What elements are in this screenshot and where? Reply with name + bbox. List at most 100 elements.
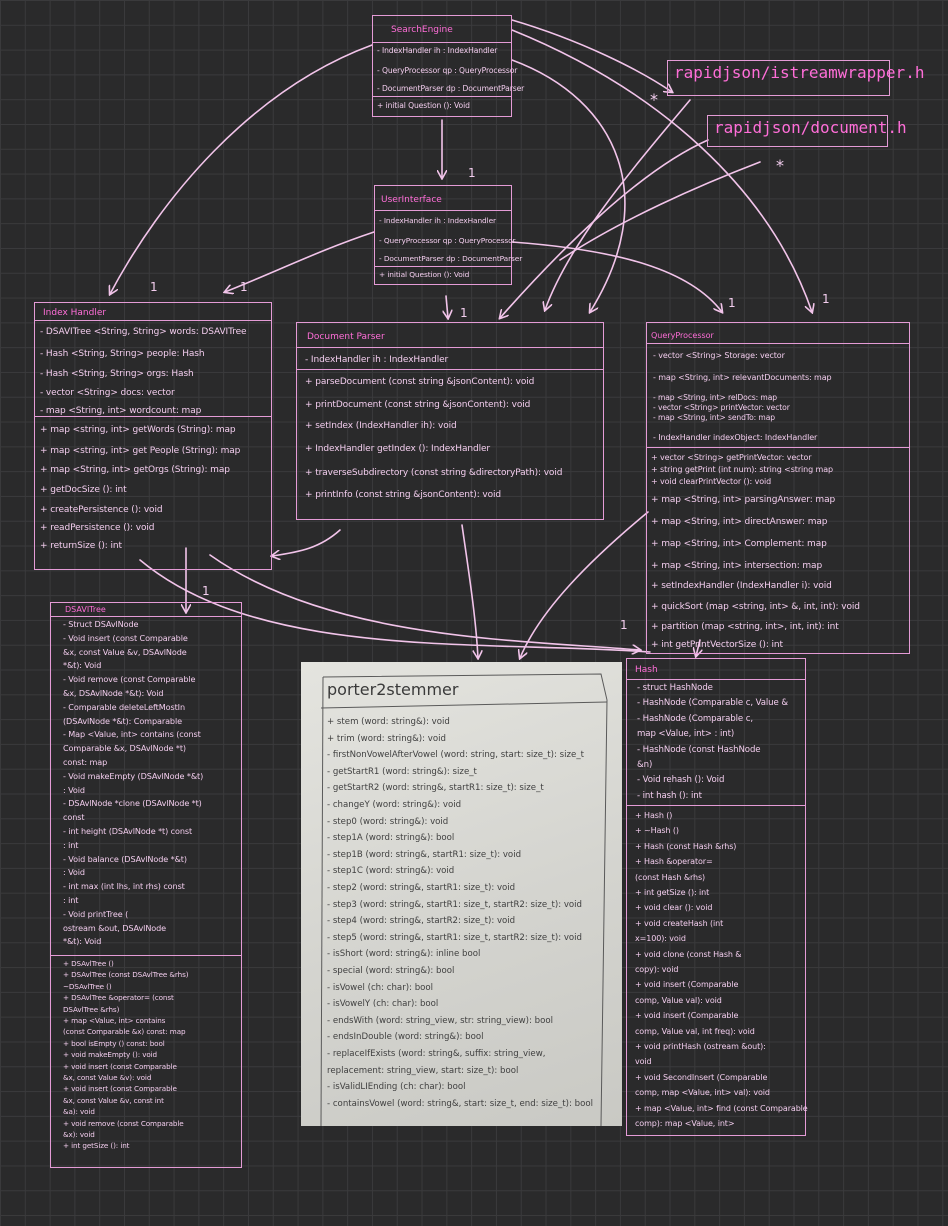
member-row: - step3 (word: string&, startR1: size_t,… bbox=[327, 899, 583, 910]
member-row: ~DSAvlTree () bbox=[63, 981, 112, 991]
field: - DSAVITree <String, String> words: DSAV… bbox=[40, 327, 247, 337]
member-row: - getStartR2 (word: string&, startR1: si… bbox=[327, 783, 544, 794]
member-row: - isValidLIEnding (ch: char): bool bbox=[327, 1082, 466, 1093]
field: - map <String, int> relDocs: map bbox=[653, 393, 777, 402]
searchengine-class: SearchEngine - IndexHandler ih : IndexHa… bbox=[372, 15, 524, 117]
arrow-docparser-indexhandler bbox=[272, 529, 341, 556]
member-row: + void insert (Comparable bbox=[635, 1011, 739, 1021]
class-title: Document Parser bbox=[307, 332, 385, 342]
member-row: void bbox=[635, 1057, 652, 1067]
member-row: - step1C (word: string&): void bbox=[327, 866, 455, 877]
method: + map <String, int> getOrgs (String): ma… bbox=[40, 465, 230, 475]
multiplicity-label: * bbox=[650, 90, 658, 109]
field: - IndexHandler ih : IndexHandler bbox=[379, 216, 496, 225]
arrow-queryprocessor-porter bbox=[520, 511, 649, 658]
member-row: x=100): void bbox=[635, 934, 686, 944]
member-row: - Struct DSAvlNode bbox=[63, 619, 139, 629]
member-row: + void insert (Comparable bbox=[635, 980, 739, 990]
member-row: &x): void bbox=[63, 1130, 95, 1139]
class-title: Hash bbox=[635, 665, 658, 675]
member-row: + trim (word: string&): void bbox=[327, 733, 446, 744]
member-row: + void insert (const Comparable bbox=[63, 1084, 177, 1094]
member-row: &x, DSAvlNode *&t): Void bbox=[63, 688, 164, 698]
method: + quickSort (map <string, int> &, int, i… bbox=[651, 602, 860, 612]
method: + createPersistence (): void bbox=[40, 505, 163, 515]
dsavltree-class: DSAVITree - Struct DSAvlNode - Void inser… bbox=[50, 602, 242, 1168]
member-row: - endsWith (word: string_view, str: stri… bbox=[327, 1015, 554, 1026]
member-row: const: map bbox=[63, 757, 108, 767]
method: + readPersistence (): void bbox=[40, 523, 155, 533]
member-row: + void clone (const Hash & bbox=[635, 949, 742, 959]
member-row: copy): void bbox=[635, 965, 679, 974]
member-row: - DSAvlNode *clone (DSAvlNode *t) bbox=[63, 798, 202, 809]
member-row: comp, Value val): void bbox=[635, 995, 722, 1005]
member-row: + int getSize (): int bbox=[63, 1141, 130, 1151]
field: - vector <String> printVector: vector bbox=[653, 403, 790, 412]
member-row: + bool isEmpty () const: bool bbox=[63, 1038, 165, 1048]
member-row: comp, Value val, int freq): void bbox=[635, 1026, 755, 1036]
member-row: + map <Value, int> find (const Comparabl… bbox=[635, 1103, 808, 1113]
member-row: &x, const Value &v, const int bbox=[63, 1095, 164, 1105]
multiplicity-label: 1 bbox=[150, 280, 158, 294]
member-row: - Void makeEmpty (DSAvlNode *&t) bbox=[63, 770, 204, 781]
field: - DocumentParser dp : DocumentParser bbox=[377, 84, 525, 93]
indexhandler-class: Index Handler - DSAVITree <String, Strin… bbox=[34, 302, 272, 570]
member-row: + void SecondInsert (Comparable bbox=[635, 1072, 768, 1082]
member-row: - isVowelY (ch: char): bool bbox=[327, 999, 439, 1010]
member-row: + int getSize (): int bbox=[635, 888, 710, 897]
member-row: + DSAvlTree (const DSAvlTree &rhs) bbox=[63, 970, 189, 980]
member-row: map <Value, int> : int) bbox=[637, 729, 735, 740]
member-row: ostream &out, DSAvlNode bbox=[63, 922, 167, 933]
member-row: + ~Hash () bbox=[635, 826, 679, 836]
method: + partition (map <string, int>, int, int… bbox=[651, 622, 839, 632]
member-row: (const Comparable &x) const: map bbox=[63, 1027, 186, 1037]
lib-document: rapidjson/document.h bbox=[707, 115, 907, 147]
field: - Hash <String, String> people: Hash bbox=[40, 349, 205, 359]
userinterface-class: UserInterface - IndexHandler ih : IndexH… bbox=[374, 185, 522, 285]
member-row: - int hash (): int bbox=[637, 790, 702, 801]
hash-class: Hash - struct HashNode - HashNode (Compar… bbox=[626, 658, 808, 1136]
member-row: comp): map <Value, int> bbox=[635, 1119, 735, 1128]
member-row: + void insert (const Comparable bbox=[63, 1061, 177, 1071]
field: - map <String, int> sendTo: map bbox=[653, 413, 775, 422]
member-row: + void clear (): void bbox=[635, 903, 713, 913]
member-row: - Comparable deleteLeftMostIn bbox=[63, 701, 185, 712]
member-row: + void remove (const Comparable bbox=[63, 1118, 184, 1128]
member-row: - isVowel (ch: char): bool bbox=[327, 982, 434, 993]
class-title: SearchEngine bbox=[391, 25, 453, 35]
porter2stemmer-photo: porter2stemmer + stem (word: string&): v… bbox=[301, 662, 622, 1126]
method: + parseDocument (const string &jsonConte… bbox=[305, 377, 535, 387]
member-row: - endsInDouble (word: string&): bool bbox=[327, 1032, 484, 1043]
member-row: + DSAvlTree &operator= (const bbox=[63, 993, 174, 1003]
member-row: + void createHash (int bbox=[635, 918, 724, 928]
method: + printInfo (const string &jsonContent):… bbox=[305, 490, 502, 500]
member-row: - replaceIfExists (word: string&, suffix… bbox=[327, 1049, 546, 1059]
member-row: - firstNonVowelAfterVowel (word: string,… bbox=[327, 750, 584, 761]
arrow-docparser-porter bbox=[461, 524, 478, 658]
member-row: - step1A (word: string&): bool bbox=[327, 833, 455, 844]
member-row: (DSAvlNode *&t): Comparable bbox=[63, 715, 183, 726]
class-title: porter2stemmer bbox=[327, 680, 459, 699]
member-row: - getStartR1 (word: string&): size_t bbox=[327, 766, 477, 777]
member-row: - step2 (word: string&, startR1: size_t)… bbox=[327, 883, 516, 893]
method: + traverseSubdirectory (const string &di… bbox=[305, 468, 563, 478]
member-row: - HashNode (const HashNode bbox=[637, 744, 761, 755]
method: + vector <String> getPrintVector: vector bbox=[651, 453, 812, 462]
member-row: + Hash (const Hash &rhs) bbox=[635, 841, 737, 851]
member-row: + void makeEmpty (): void bbox=[63, 1050, 158, 1060]
member-row: + DSAvlTree () bbox=[63, 959, 114, 968]
method: + map <String, int> directAnswer: map bbox=[651, 517, 828, 527]
method: + setIndex (IndexHandler ih): void bbox=[305, 421, 457, 431]
field: - Hash <String, String> orgs: Hash bbox=[40, 369, 194, 379]
member-row: - int height (DSAvlNode *t) const bbox=[63, 826, 193, 836]
member-row: - struct HashNode bbox=[637, 683, 713, 693]
method: + map <String, int> parsingAnswer: map bbox=[651, 495, 836, 505]
member-row: - Void remove (const Comparable bbox=[63, 674, 196, 685]
field: - DocumentParser dp : DocumentParser bbox=[379, 254, 523, 263]
lib-istreamwrapper: rapidjson/istreamwrapper.h bbox=[667, 60, 924, 96]
method: + setIndexHandler (IndexHandler i): void bbox=[651, 581, 832, 591]
member-row: const bbox=[63, 812, 85, 823]
member-row: - step4 (word: string&, startR2: size_t)… bbox=[327, 916, 516, 927]
member-row: - special (word: string&): bool bbox=[327, 966, 455, 976]
multiplicity-label: * bbox=[776, 156, 784, 175]
